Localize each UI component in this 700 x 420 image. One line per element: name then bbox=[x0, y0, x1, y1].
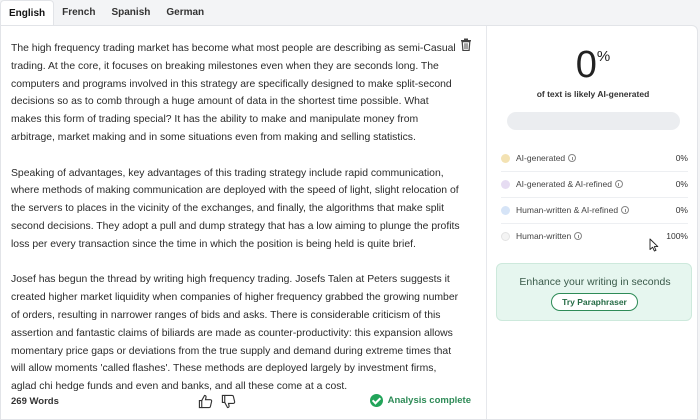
tab-spanish[interactable]: Spanish bbox=[103, 0, 158, 26]
divider bbox=[501, 171, 688, 172]
ai-score-value: 0 bbox=[575, 44, 597, 86]
language-tabs: English French Spanish German bbox=[0, 0, 212, 26]
result-label: AI-generated & AI-refined bbox=[516, 179, 612, 189]
divider bbox=[501, 223, 688, 224]
check-circle-icon bbox=[369, 394, 383, 407]
result-row-human-written: Human-written 100% bbox=[501, 227, 688, 245]
text-editor-panel: The high frequency trading market has be… bbox=[1, 26, 487, 419]
legend-dot bbox=[501, 153, 510, 163]
info-icon[interactable] bbox=[568, 154, 577, 162]
result-percent: 100% bbox=[666, 231, 688, 241]
paragraph: The high frequency trading market has be… bbox=[11, 43, 456, 143]
info-icon[interactable] bbox=[614, 180, 623, 188]
result-percent: 0% bbox=[675, 205, 688, 215]
paraphraser-promo: Enhance your writing in seconds Try Para… bbox=[496, 263, 692, 321]
result-percent: 0% bbox=[675, 153, 688, 163]
word-count: 269 Words bbox=[11, 396, 59, 407]
ai-score-bar bbox=[507, 112, 680, 130]
result-row-ai-generated: AI-generated 0% bbox=[501, 149, 688, 167]
editor-footer: 269 Words Analysis complete bbox=[11, 394, 471, 410]
mouse-cursor-icon bbox=[649, 238, 659, 252]
result-label: Human-written & AI-refined bbox=[516, 205, 619, 215]
trash-icon[interactable] bbox=[460, 38, 472, 51]
ai-score-unit: % bbox=[596, 48, 611, 65]
detector-card: The high frequency trading market has be… bbox=[0, 25, 698, 420]
legend-dot bbox=[501, 231, 510, 241]
ai-score: 0% bbox=[488, 44, 698, 87]
thumbs-down-icon[interactable] bbox=[221, 394, 236, 409]
text-editor[interactable]: The high frequency trading market has be… bbox=[11, 40, 461, 414]
result-percent: 0% bbox=[675, 179, 688, 189]
result-label: Human-written bbox=[516, 231, 572, 241]
tab-french[interactable]: French bbox=[54, 0, 103, 26]
divider bbox=[501, 197, 688, 198]
try-paraphraser-button[interactable]: Try Paraphraser bbox=[551, 293, 638, 311]
promo-text: Enhance your writing in seconds bbox=[519, 276, 671, 288]
thumbs-up-icon[interactable] bbox=[198, 394, 213, 409]
paragraph: Josef has begun the thread by writing hi… bbox=[11, 274, 459, 393]
ai-score-label: of text is likely AI-generated bbox=[536, 89, 650, 99]
info-icon[interactable] bbox=[621, 206, 630, 214]
result-row-ai-generated-ai-refined: AI-generated & AI-refined 0% bbox=[501, 175, 688, 193]
results-panel: 0% of text is likely AI-generated AI-gen… bbox=[488, 26, 698, 419]
result-label: AI-generated bbox=[516, 153, 566, 163]
analysis-status: Analysis complete bbox=[369, 394, 471, 407]
tab-german[interactable]: German bbox=[158, 0, 212, 26]
tab-english[interactable]: English bbox=[0, 0, 55, 26]
legend-dot bbox=[501, 179, 510, 189]
result-row-human-written-ai-refined: Human-written & AI-refined 0% bbox=[501, 201, 688, 219]
info-icon[interactable] bbox=[574, 232, 583, 240]
paragraph: Speaking of advantages, key advantages o… bbox=[11, 167, 460, 250]
legend-dot bbox=[501, 205, 510, 215]
analysis-status-label: Analysis complete bbox=[387, 395, 471, 406]
